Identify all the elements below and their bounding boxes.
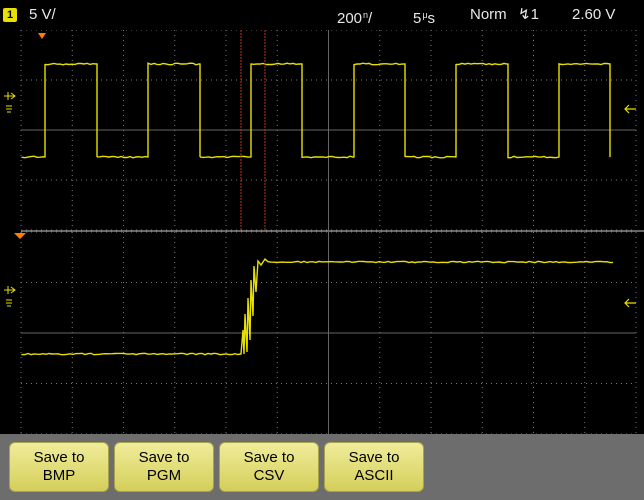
timebase[interactable]: 200n/ (337, 7, 372, 27)
channel-scale[interactable]: 5 V/ (29, 7, 56, 23)
status-bar: 1 5 V/ 200n/ 5μs Norm ↯1 2.60 V (0, 0, 644, 30)
save-to-ascii-button[interactable]: Save to ASCII (324, 442, 424, 492)
trigger-edge-falling-icon: ↯ (518, 6, 531, 23)
trigger-level[interactable]: 2.60 V (572, 7, 615, 23)
softkey-bar: Save to BMP Save to PGM Save to CSV Save to… (0, 434, 644, 500)
trigger-channel: 1 (531, 6, 539, 23)
trigger-info[interactable]: ↯1 (518, 7, 539, 23)
save-to-bmp-button[interactable]: Save to BMP (9, 442, 109, 492)
save-to-csv-button[interactable]: Save to CSV (219, 442, 319, 492)
save-to-pgm-button[interactable]: Save to PGM (114, 442, 214, 492)
waveform-display (0, 30, 644, 434)
trigger-delay[interactable]: 5μs (413, 7, 435, 27)
trigger-mode[interactable]: Norm (470, 7, 507, 23)
channel-badge[interactable]: 1 (3, 8, 17, 22)
